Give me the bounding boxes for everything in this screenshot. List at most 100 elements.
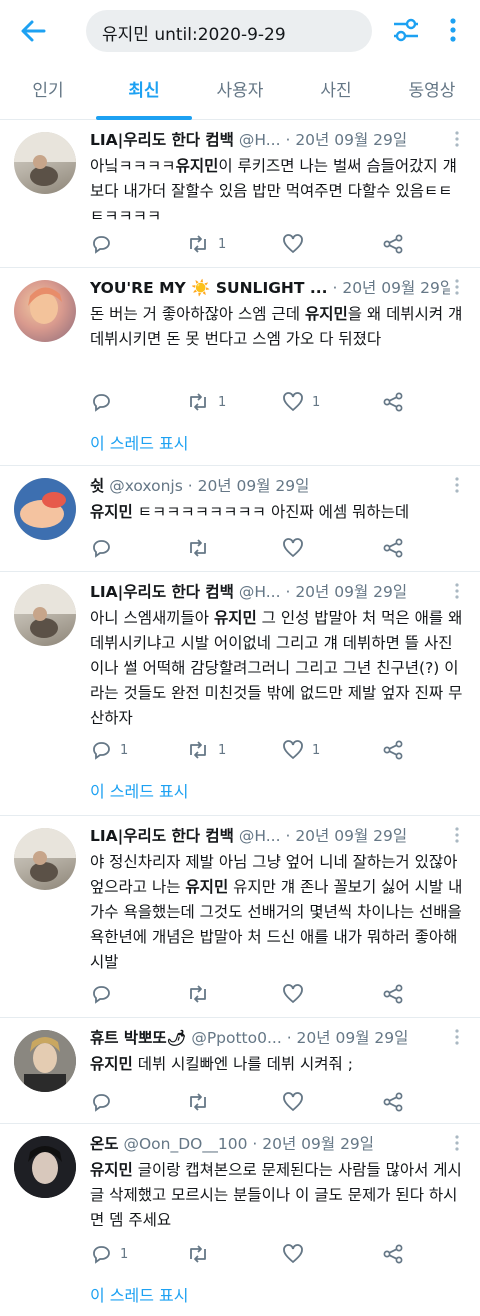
timestamp: · 20년 09월 29일 — [252, 1135, 375, 1153]
tweet[interactable]: 온도 @Oon_DO__100 · 20년 09월 29일 유지민 글이랑 캡쳐… — [0, 1124, 480, 1316]
heart-icon — [283, 392, 303, 412]
tweet-actions — [90, 1088, 410, 1116]
like-button[interactable] — [282, 1240, 312, 1268]
avatar[interactable] — [14, 478, 76, 540]
tab-photos[interactable]: 사진 — [288, 62, 384, 120]
avatar[interactable] — [14, 1136, 76, 1198]
more-vertical-icon[interactable] — [446, 16, 460, 44]
avatar[interactable] — [14, 280, 76, 342]
tweet[interactable]: 휴트 박뽀또🌶 @Ppotto0... · 20년 09월 29일 유지민 데뷔… — [0, 1018, 480, 1124]
retweet-button[interactable] — [186, 980, 218, 1008]
back-arrow-icon[interactable] — [18, 16, 48, 46]
share-button[interactable] — [382, 980, 404, 1008]
tweet[interactable]: 쉿 @xoxonjs · 20년 09월 29일 유지민 ㅌㅋㅋㅋㅋㅋㅋㅋㅋ 아… — [0, 466, 480, 572]
like-button[interactable]: 1 — [282, 388, 320, 416]
reply-button[interactable]: 1 — [90, 1240, 128, 1268]
timestamp: · 20년 09월 29일 — [286, 1029, 409, 1047]
share-icon — [383, 1244, 403, 1264]
search-tabs: 인기 최신 사용자 사진 동영상 — [0, 62, 480, 120]
share-icon — [383, 984, 403, 1004]
reply-button[interactable] — [90, 388, 120, 416]
heart-icon — [283, 740, 303, 760]
show-thread-link[interactable]: 이 스레드 표시 — [90, 1282, 189, 1306]
like-button[interactable] — [282, 534, 312, 562]
retweet-icon — [190, 741, 206, 759]
tab-top[interactable]: 인기 — [0, 62, 96, 120]
retweet-button[interactable] — [186, 1088, 218, 1116]
show-thread-link[interactable]: 이 스레드 표시 — [90, 778, 189, 802]
tweet-menu-icon[interactable] — [454, 1134, 460, 1152]
tweet[interactable]: LIA|우리도 한다 컴백 @H... · 20년 09월 29일 아닠ㅋㅋㅋㅋ… — [0, 120, 480, 268]
heart-icon — [283, 1092, 303, 1112]
like-button[interactable]: 1 — [282, 736, 320, 764]
reply-icon — [93, 236, 110, 254]
display-name[interactable]: 쉿 — [90, 477, 104, 495]
tweet[interactable]: YOU'RE MY ☀️ SUNLIGHT ... · 20년 09월 29일 … — [0, 268, 480, 466]
share-button[interactable] — [382, 230, 404, 258]
share-icon — [383, 392, 403, 412]
share-button[interactable] — [382, 1240, 404, 1268]
reply-button[interactable] — [90, 980, 120, 1008]
timestamp: · 20년 09월 29일 — [285, 131, 408, 149]
avatar[interactable] — [14, 584, 76, 646]
share-button[interactable] — [382, 736, 404, 764]
avatar[interactable] — [14, 1030, 76, 1092]
display-name[interactable]: LIA|우리도 한다 컴백 — [90, 827, 234, 845]
tweet-menu-icon[interactable] — [454, 582, 460, 600]
tweet-menu-icon[interactable] — [454, 826, 460, 844]
reply-button[interactable]: 1 — [90, 736, 128, 764]
retweet-button[interactable]: 1 — [186, 388, 226, 416]
tweet-actions: 1 — [90, 1240, 410, 1268]
tweet-header: 쉿 @xoxonjs · 20년 09월 29일 — [90, 474, 450, 500]
display-name[interactable]: 휴트 박뽀또🌶 — [90, 1029, 186, 1047]
tweet-header: 온도 @Oon_DO__100 · 20년 09월 29일 — [90, 1132, 450, 1158]
handle: @H... — [238, 583, 281, 601]
timestamp: · 20년 09월 29일 — [285, 583, 408, 601]
display-name[interactable]: 온도 — [90, 1135, 119, 1153]
reply-icon — [93, 540, 110, 558]
reply-button[interactable] — [90, 534, 120, 562]
highlighted-keyword: 유지민 — [90, 503, 133, 521]
display-name[interactable]: LIA|우리도 한다 컴백 — [90, 583, 234, 601]
tab-videos[interactable]: 동영상 — [384, 62, 480, 120]
handle: @H... — [238, 131, 281, 149]
share-button[interactable] — [382, 534, 404, 562]
handle: @Ppotto0... — [191, 1029, 282, 1047]
tweet[interactable]: LIA|우리도 한다 컴백 @H... · 20년 09월 29일 아니 스엠새… — [0, 572, 480, 816]
tweet-menu-icon[interactable] — [454, 1028, 460, 1046]
highlighted-keyword: 유지민 — [213, 609, 257, 627]
like-button[interactable] — [282, 1088, 312, 1116]
highlighted-keyword: 유지민 — [185, 878, 229, 896]
retweet-button[interactable] — [186, 1240, 218, 1268]
display-name[interactable]: YOU'RE MY ☀️ SUNLIGHT ... — [90, 279, 328, 297]
tweet-text: 유지민 데뷔 시킬빠엔 나를 데뷔 시켜줘 ; — [90, 1055, 353, 1073]
tweet[interactable]: LIA|우리도 한다 컴백 @H... · 20년 09월 29일 야 정신차리… — [0, 816, 480, 1018]
tab-people[interactable]: 사용자 — [192, 62, 288, 120]
tweet-menu-icon[interactable] — [454, 130, 460, 148]
like-button[interactable] — [282, 980, 312, 1008]
search-input[interactable]: 유지민 until:2020-9-29 — [86, 10, 372, 52]
reply-icon — [93, 742, 110, 760]
retweet-button[interactable] — [186, 534, 218, 562]
handle: @H... — [238, 827, 281, 845]
tab-latest[interactable]: 최신 — [96, 62, 192, 120]
reply-icon — [93, 1246, 110, 1264]
avatar[interactable] — [14, 828, 76, 890]
retweet-button[interactable]: 1 — [186, 230, 226, 258]
tweet-actions: 1 — [90, 230, 410, 258]
avatar[interactable] — [14, 132, 76, 194]
heart-icon — [283, 538, 303, 558]
tweet-header: LIA|우리도 한다 컴백 @H... · 20년 09월 29일 — [90, 824, 450, 850]
display-name[interactable]: LIA|우리도 한다 컴백 — [90, 131, 234, 149]
filter-sliders-icon[interactable] — [392, 16, 420, 44]
like-button[interactable] — [282, 230, 312, 258]
reply-button[interactable] — [90, 1088, 120, 1116]
share-button[interactable] — [382, 388, 404, 416]
share-button[interactable] — [382, 1088, 404, 1116]
tweet-text: 아닠ㅋㅋㅋㅋ유지민이 루키즈면 나는 벌써 슴들어갔지 걔 보다 내가더 잘할수… — [90, 157, 457, 225]
tweet-menu-icon[interactable] — [454, 476, 460, 494]
show-thread-link[interactable]: 이 스레드 표시 — [90, 430, 189, 454]
reply-button[interactable] — [90, 230, 120, 258]
retweet-button[interactable]: 1 — [186, 736, 226, 764]
tweet-menu-icon[interactable] — [454, 278, 460, 296]
